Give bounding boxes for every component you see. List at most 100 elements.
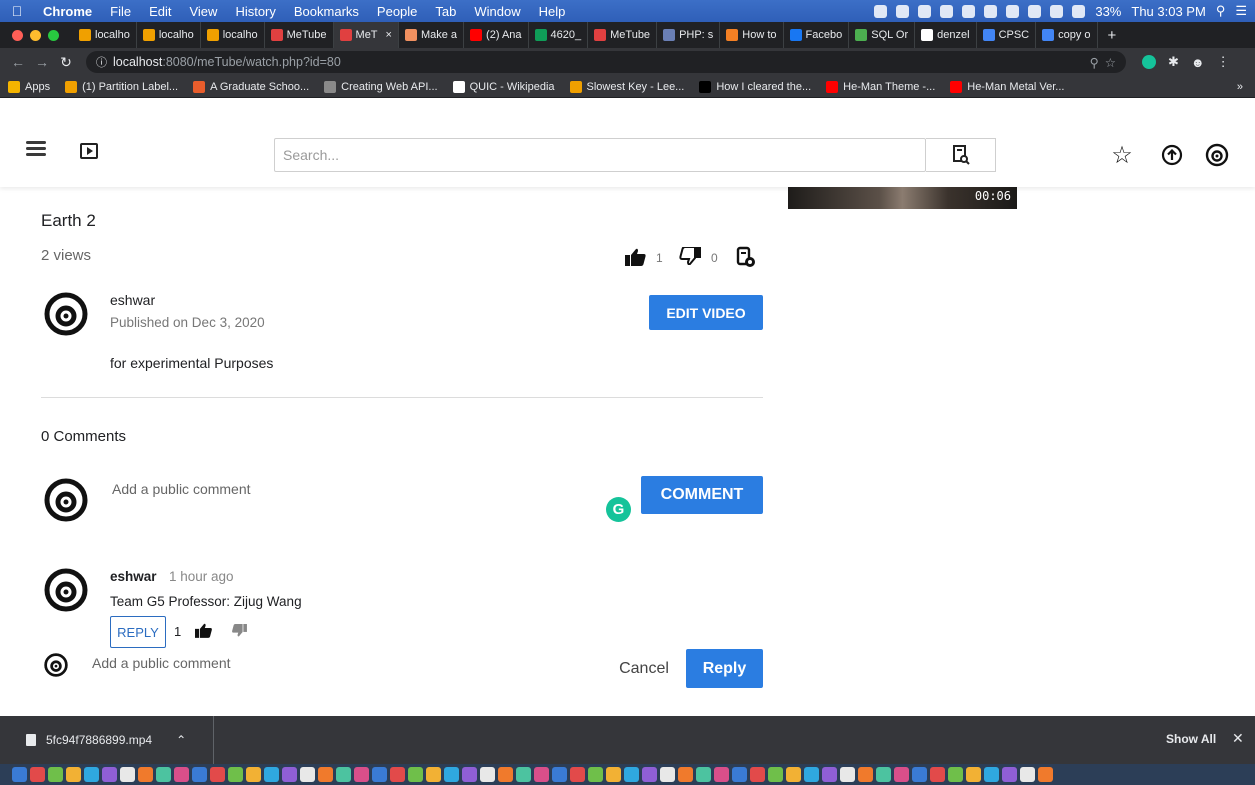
dock-app-icon[interactable]: [102, 767, 117, 782]
zoom-window-button[interactable]: [48, 29, 59, 41]
dock-app-icon[interactable]: [912, 767, 927, 782]
new-tab-button[interactable]: +: [1098, 27, 1127, 44]
close-tab-icon[interactable]: ×: [386, 29, 392, 41]
dock-app-icon[interactable]: [588, 767, 603, 782]
dock-app-icon[interactable]: [30, 767, 45, 782]
dock-app-icon[interactable]: [12, 767, 27, 782]
comment-author[interactable]: eshwar: [110, 569, 157, 584]
tray-icon[interactable]: [984, 4, 998, 18]
comment-input[interactable]: [102, 478, 602, 500]
notification-center-icon[interactable]: ☰: [1235, 3, 1247, 19]
minimize-window-button[interactable]: [30, 29, 41, 41]
dock-app-icon[interactable]: [642, 767, 657, 782]
browser-tab[interactable]: MeTube: [588, 22, 658, 48]
dock-app-icon[interactable]: [174, 767, 189, 782]
dock-app-icon[interactable]: [426, 767, 441, 782]
bookmark-item[interactable]: How I cleared the...: [699, 80, 811, 93]
dock-app-icon[interactable]: [408, 767, 423, 782]
dock-app-icon[interactable]: [318, 767, 333, 782]
dock-app-icon[interactable]: [624, 767, 639, 782]
address-bar[interactable]: ⓘ localhost:8080/meTube/watch.php?id=80 …: [86, 51, 1126, 73]
dock-app-icon[interactable]: [138, 767, 153, 782]
apple-menu-icon[interactable]: : [0, 3, 34, 19]
browser-tab[interactable]: localho: [201, 22, 265, 48]
download-item[interactable]: 5fc94f7886899.mp4 ⌃: [0, 716, 214, 764]
dock-app-icon[interactable]: [606, 767, 621, 782]
reply-button[interactable]: REPLY: [110, 616, 166, 648]
bookmark-item[interactable]: QUIC - Wikipedia: [452, 80, 555, 93]
upload-icon[interactable]: [1160, 143, 1184, 167]
dock-app-icon[interactable]: [462, 767, 477, 782]
dock-app-icon[interactable]: [930, 767, 945, 782]
search-input[interactable]: [274, 138, 926, 172]
browser-tab[interactable]: copy o: [1036, 22, 1098, 48]
browser-tab[interactable]: CPSC: [977, 22, 1037, 48]
thumbs-down-icon[interactable]: [679, 247, 701, 265]
grammarly-extension-icon[interactable]: [1142, 55, 1156, 69]
dock-app-icon[interactable]: [570, 767, 585, 782]
dock-app-icon[interactable]: [534, 767, 549, 782]
battery-percent[interactable]: 33%: [1095, 4, 1121, 19]
zoom-icon[interactable]: ⚲: [1090, 55, 1099, 70]
dock-app-icon[interactable]: [678, 767, 693, 782]
browser-tab[interactable]: How to: [720, 22, 784, 48]
chevron-up-icon[interactable]: ⌃: [176, 733, 186, 747]
dock-app-icon[interactable]: [300, 767, 315, 782]
browser-tab[interactable]: 4620_: [529, 22, 589, 48]
add-to-playlist-icon[interactable]: [736, 246, 756, 268]
clock[interactable]: Thu 3:03 PM: [1131, 4, 1205, 19]
dock-app-icon[interactable]: [768, 767, 783, 782]
related-video-thumbnail[interactable]: 00:06: [788, 187, 1017, 209]
menu-history[interactable]: History: [226, 4, 284, 19]
reply-submit-button[interactable]: Reply: [686, 649, 763, 688]
menu-chrome[interactable]: Chrome: [34, 4, 101, 19]
dock-app-icon[interactable]: [966, 767, 981, 782]
bookmark-item[interactable]: He-Man Theme -...: [826, 80, 935, 93]
dock-app-icon[interactable]: [804, 767, 819, 782]
dock-app-icon[interactable]: [66, 767, 81, 782]
menu-tab[interactable]: Tab: [426, 4, 465, 19]
menu-view[interactable]: View: [180, 4, 226, 19]
back-button[interactable]: ←: [6, 54, 30, 70]
menu-people[interactable]: People: [368, 4, 426, 19]
browser-tab[interactable]: SQL Or: [849, 22, 916, 48]
browser-tab[interactable]: MeT ×: [333, 22, 399, 48]
tray-icon[interactable]: [1006, 4, 1020, 18]
spotlight-icon[interactable]: ⚲: [1216, 3, 1226, 19]
bookmark-item[interactable]: (1) Partition Label...: [65, 80, 178, 93]
browser-tab[interactable]: localho: [73, 22, 137, 48]
browser-tab[interactable]: PHP: s: [657, 22, 721, 48]
dock-app-icon[interactable]: [552, 767, 567, 782]
dock-app-icon[interactable]: [984, 767, 999, 782]
dock-app-icon[interactable]: [156, 767, 171, 782]
bookmark-item[interactable]: A Graduate Schoo...: [193, 80, 309, 93]
browser-tab[interactable]: (2) Ana: [464, 22, 529, 48]
bookmark-item[interactable]: Creating Web API...: [324, 80, 438, 93]
profile-icon[interactable]: ☻: [1191, 55, 1205, 70]
menu-help[interactable]: Help: [530, 4, 575, 19]
menu-bookmarks[interactable]: Bookmarks: [285, 4, 368, 19]
comment-thumbs-up-icon[interactable]: [195, 623, 213, 638]
extensions-puzzle-icon[interactable]: ✱: [1168, 54, 1179, 70]
bookmark-item[interactable]: He-Man Metal Ver...: [950, 80, 1064, 93]
tray-icon[interactable]: [940, 4, 954, 18]
tray-icon[interactable]: [962, 4, 976, 18]
reload-button[interactable]: ↻: [54, 54, 78, 71]
dock-app-icon[interactable]: [840, 767, 855, 782]
comment-author-avatar[interactable]: [44, 568, 88, 612]
comment-submit-button[interactable]: COMMENT: [641, 476, 763, 514]
dock-app-icon[interactable]: [660, 767, 675, 782]
dock-app-icon[interactable]: [858, 767, 873, 782]
tray-icon[interactable]: [874, 4, 888, 18]
cancel-reply-button[interactable]: Cancel: [608, 651, 680, 687]
more-bookmarks-icon[interactable]: »: [1237, 81, 1243, 93]
dock-app-icon[interactable]: [1020, 767, 1035, 782]
reply-input[interactable]: [82, 652, 582, 674]
bookmark-star-icon[interactable]: ☆: [1105, 55, 1116, 70]
dock-app-icon[interactable]: [498, 767, 513, 782]
dock-app-icon[interactable]: [786, 767, 801, 782]
show-all-downloads-button[interactable]: Show All: [1160, 731, 1222, 747]
dock-app-icon[interactable]: [822, 767, 837, 782]
tray-icon[interactable]: [896, 4, 910, 18]
dock-app-icon[interactable]: [282, 767, 297, 782]
